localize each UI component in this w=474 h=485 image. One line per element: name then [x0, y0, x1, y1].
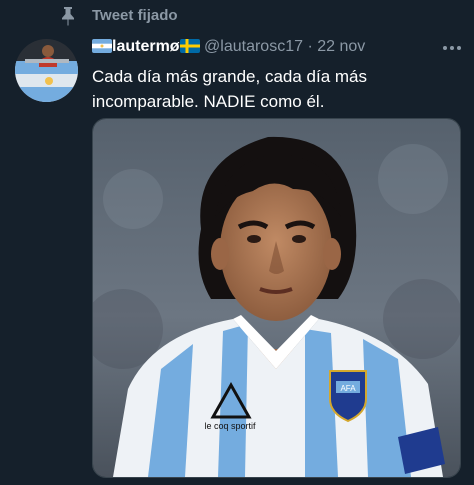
pinned-label: Tweet fijado: [92, 7, 178, 24]
separator-dot: ·: [307, 38, 313, 55]
sweden-flag-icon: [179, 39, 200, 53]
display-name[interactable]: lautermø: [112, 38, 180, 55]
ellipsis-icon[interactable]: [440, 38, 464, 58]
tweet-header: lautermø @lautarosc17 · 22 nov: [92, 38, 460, 60]
pin-icon: [62, 7, 74, 26]
avatar[interactable]: [15, 39, 78, 102]
tweet-text: Cada día más grande, cada día más incomp…: [92, 64, 452, 114]
tweet-photo[interactable]: le coq sportif AFA: [92, 118, 461, 478]
pinned-tweet-indicator: Tweet fijado: [0, 0, 474, 32]
tweet-text-line: incomparable. NADIE como él.: [92, 92, 325, 111]
argentina-flag-icon: [92, 39, 112, 53]
user-handle[interactable]: @lautarosc17: [204, 38, 303, 55]
coq-logo-text: le coq sportif: [204, 421, 256, 431]
avatar-image: [15, 39, 78, 102]
tweet-text-line: Cada día más grande, cada día más: [92, 67, 367, 86]
afa-badge-text: AFA: [340, 384, 356, 393]
player-photo: le coq sportif AFA: [93, 119, 460, 477]
tweet-date[interactable]: 22 nov: [317, 38, 365, 55]
